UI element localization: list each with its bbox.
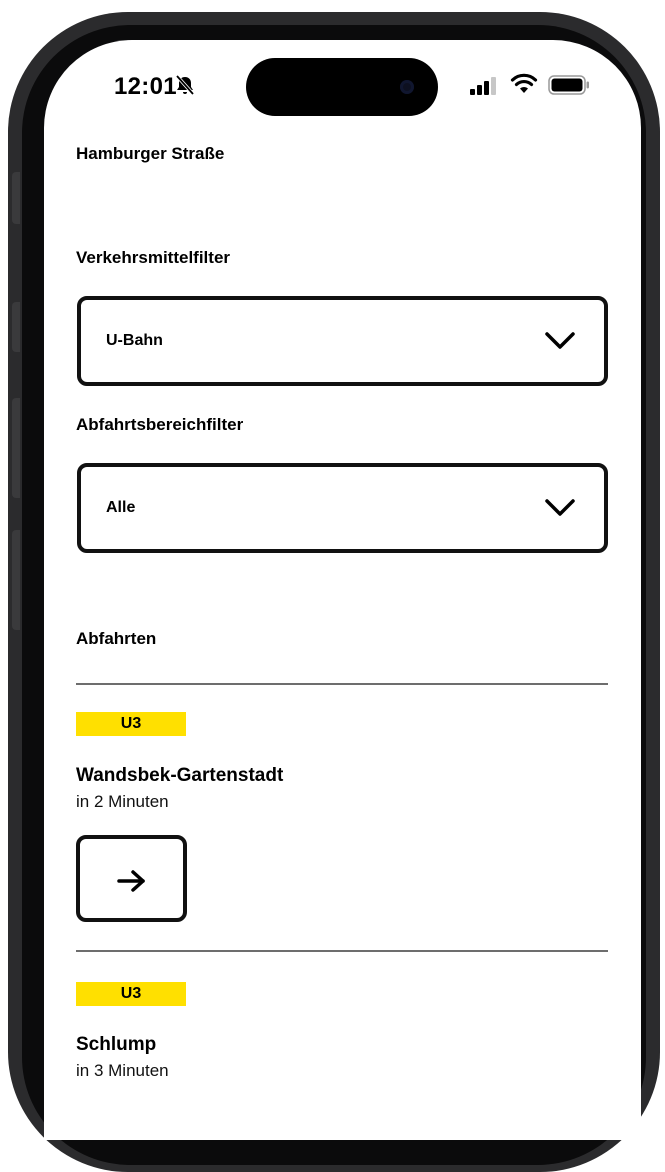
line-badge: U3 bbox=[76, 712, 186, 736]
transport-filter-label: Verkehrsmittelfilter bbox=[76, 248, 231, 267]
volume-down-button bbox=[12, 398, 20, 498]
dynamic-island bbox=[246, 58, 438, 116]
camera-lens bbox=[400, 80, 414, 94]
divider bbox=[76, 950, 608, 952]
departure-details-button[interactable] bbox=[76, 835, 187, 922]
chevron-down-icon bbox=[545, 332, 575, 349]
departure-destination: Schlump bbox=[76, 1034, 157, 1055]
battery-icon bbox=[548, 75, 589, 95]
action-button bbox=[12, 172, 20, 224]
screen: 12:01 Hamburger Straße Verkehrsmittelfil… bbox=[44, 40, 641, 1140]
chevron-down-icon bbox=[545, 499, 575, 516]
departure-eta: in 2 Minuten bbox=[76, 792, 169, 811]
volume-up-button bbox=[12, 302, 20, 352]
departure-destination: Wandsbek-Gartenstadt bbox=[76, 765, 284, 786]
signal-icon bbox=[470, 77, 496, 95]
bell-slash-icon bbox=[175, 74, 195, 96]
arrow-right-icon bbox=[117, 870, 145, 892]
area-filter-select[interactable]: Alle bbox=[77, 463, 608, 553]
transport-filter-value: U-Bahn bbox=[106, 332, 163, 349]
departures-heading: Abfahrten bbox=[76, 629, 157, 648]
transport-filter-select[interactable]: U-Bahn bbox=[77, 296, 608, 386]
status-time: 12:01 bbox=[114, 73, 177, 100]
line-badge: U3 bbox=[76, 982, 186, 1006]
area-filter-value: Alle bbox=[106, 499, 136, 516]
wifi-icon bbox=[510, 73, 538, 93]
station-title: Hamburger Straße bbox=[76, 144, 225, 163]
side-button bbox=[12, 530, 20, 630]
departure-eta: in 3 Minuten bbox=[76, 1061, 169, 1080]
divider bbox=[76, 683, 608, 685]
area-filter-label: Abfahrtsbereichfilter bbox=[76, 415, 244, 434]
